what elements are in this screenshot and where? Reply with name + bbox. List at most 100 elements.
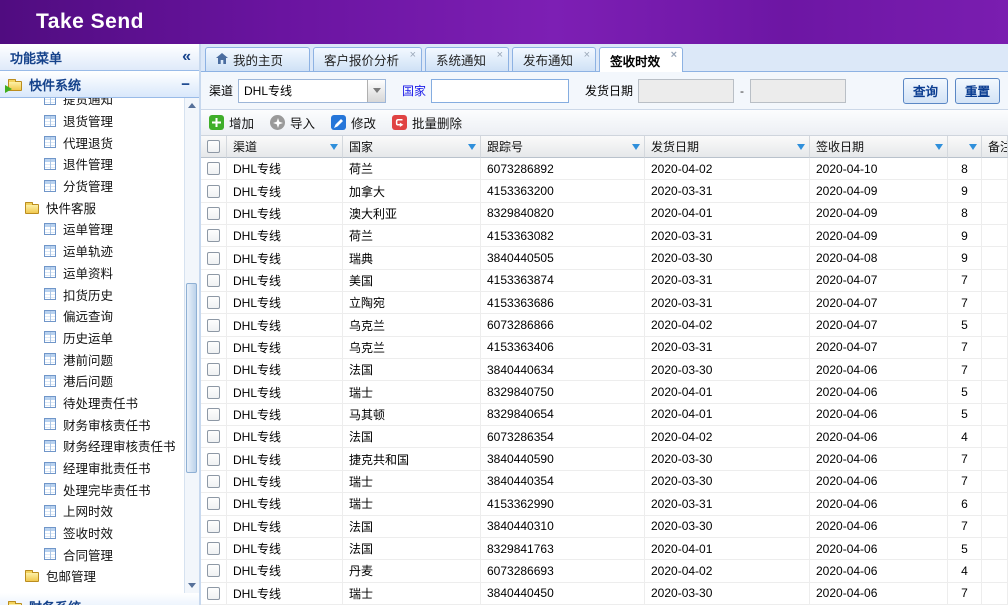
row-checkbox[interactable]	[207, 229, 220, 242]
row-checkbox[interactable]	[207, 185, 220, 198]
row-checkbox[interactable]	[207, 475, 220, 488]
column-filter-icon[interactable]	[935, 144, 943, 150]
tab-close-icon[interactable]: ×	[584, 50, 590, 61]
row-checkbox[interactable]	[207, 207, 220, 220]
sidebar-item-4[interactable]: 分货管理	[0, 175, 184, 197]
tab-close-icon[interactable]: ×	[497, 50, 503, 61]
toolbar-button-1[interactable]: 导入	[270, 113, 315, 132]
column-filter-icon[interactable]	[969, 144, 977, 150]
channel-combobox[interactable]: DHL专线	[238, 79, 386, 103]
ship-date-from-input[interactable]	[638, 79, 734, 103]
scrollbar-track[interactable]	[185, 113, 199, 578]
cell-country: 澳大利亚	[343, 203, 481, 225]
tab-3[interactable]: 发布通知×	[512, 47, 596, 71]
sidebar-item-19[interactable]: 上网时效	[0, 500, 184, 522]
column-title: 发货日期	[651, 138, 699, 155]
batch-delete-icon	[392, 115, 407, 130]
grid-toolbar: 增加导入修改批量删除	[201, 110, 1008, 136]
sidebar-item-2[interactable]: 代理退货	[0, 131, 184, 153]
tab-2[interactable]: 系统通知×	[425, 47, 509, 71]
sidebar-item-13[interactable]: 港后问题	[0, 370, 184, 392]
sidebar-item-22[interactable]: 包邮管理	[0, 565, 184, 587]
sidebar-item-5[interactable]: 快件客服	[0, 196, 184, 218]
row-checkbox[interactable]	[207, 564, 220, 577]
row-checkbox[interactable]	[207, 363, 220, 376]
grid-list-icon	[44, 288, 56, 300]
tab-0[interactable]: 我的主页	[205, 47, 310, 71]
column-header-days[interactable]	[948, 136, 982, 158]
sidebar-item-14[interactable]: 待处理责任书	[0, 392, 184, 414]
row-checkbox[interactable]	[207, 408, 220, 421]
scrollbar-thumb[interactable]	[186, 283, 197, 473]
country-input[interactable]	[431, 79, 569, 103]
sidebar-item-18[interactable]: 处理完毕责任书	[0, 478, 184, 500]
tab-close-icon[interactable]: ×	[671, 50, 677, 61]
select-all-checkbox[interactable]	[207, 140, 220, 153]
cell-channel: DHL专线	[227, 560, 343, 582]
grid-list-icon	[44, 331, 56, 343]
column-header-tracking[interactable]: 跟踪号	[481, 136, 645, 158]
row-checkbox[interactable]	[207, 162, 220, 175]
sidebar-item-21[interactable]: 合同管理	[0, 543, 184, 565]
column-filter-icon[interactable]	[632, 144, 640, 150]
sidebar-item-12[interactable]: 港前问题	[0, 348, 184, 370]
tab-4[interactable]: 签收时效×	[599, 47, 683, 72]
column-header-ship_date[interactable]: 发货日期	[645, 136, 810, 158]
sidebar-section-finance[interactable]: 财务系统	[0, 593, 199, 605]
sidebar-item-20[interactable]: 签收时效	[0, 522, 184, 544]
sidebar-section-express[interactable]: 快件系统 −	[0, 71, 199, 98]
reset-button[interactable]: 重置	[955, 78, 1000, 104]
sidebar-item-0[interactable]: 提货通知	[0, 98, 184, 110]
sidebar-item-3[interactable]: 退件管理	[0, 153, 184, 175]
sidebar-item-label: 运单资料	[63, 263, 113, 282]
row-checkbox[interactable]	[207, 341, 220, 354]
channel-label: 渠道	[209, 82, 233, 99]
channel-value: DHL专线	[239, 80, 367, 102]
scroll-down-icon[interactable]	[185, 578, 199, 593]
column-header-sign_date[interactable]: 签收日期	[810, 136, 948, 158]
grid-list-icon	[44, 223, 56, 235]
sidebar-item-15[interactable]: 财务审核责任书	[0, 413, 184, 435]
toolbar-button-3[interactable]: 批量删除	[392, 113, 462, 132]
sidebar-item-8[interactable]: 运单资料	[0, 262, 184, 284]
column-header-channel[interactable]: 渠道	[227, 136, 343, 158]
row-checkbox[interactable]	[207, 296, 220, 309]
toolbar-button-2[interactable]: 修改	[331, 113, 376, 132]
row-checkbox[interactable]	[207, 386, 220, 399]
sidebar-item-9[interactable]: 扣货历史	[0, 283, 184, 305]
sidebar-item-1[interactable]: 退货管理	[0, 110, 184, 132]
column-header-checkbox[interactable]	[201, 136, 227, 158]
sidebar-collapse-icon[interactable]: «	[182, 49, 191, 65]
cell-channel: DHL专线	[227, 337, 343, 359]
sidebar-item-17[interactable]: 经理审批责任书	[0, 457, 184, 479]
column-filter-icon[interactable]	[797, 144, 805, 150]
chevron-down-icon[interactable]	[367, 80, 385, 102]
tab-1[interactable]: 客户报价分析×	[313, 47, 422, 71]
sidebar-scrollbar[interactable]	[184, 98, 199, 593]
sidebar-item-10[interactable]: 偏远查询	[0, 305, 184, 327]
tab-close-icon[interactable]: ×	[410, 50, 416, 61]
search-button[interactable]: 查询	[903, 78, 948, 104]
row-checkbox[interactable]	[207, 319, 220, 332]
section-collapse-icon[interactable]: −	[181, 77, 190, 92]
row-checkbox[interactable]	[207, 274, 220, 287]
row-checkbox[interactable]	[207, 453, 220, 466]
scroll-up-icon[interactable]	[185, 98, 199, 113]
column-filter-icon[interactable]	[330, 144, 338, 150]
sidebar-item-11[interactable]: 历史运单	[0, 327, 184, 349]
row-checkbox[interactable]	[207, 542, 220, 555]
row-checkbox[interactable]	[207, 252, 220, 265]
column-filter-icon[interactable]	[468, 144, 476, 150]
sidebar-item-7[interactable]: 运单轨迹	[0, 240, 184, 262]
ship-date-to-input[interactable]	[750, 79, 846, 103]
row-checkbox[interactable]	[207, 497, 220, 510]
row-checkbox[interactable]	[207, 520, 220, 533]
column-header-remark[interactable]: 备注	[982, 136, 1008, 158]
column-header-country[interactable]: 国家	[343, 136, 481, 158]
row-checkbox[interactable]	[207, 587, 220, 600]
cell-tracking: 3840440354	[481, 471, 645, 493]
toolbar-button-0[interactable]: 增加	[209, 113, 254, 132]
row-checkbox[interactable]	[207, 430, 220, 443]
sidebar-item-16[interactable]: 财务经理审核责任书	[0, 435, 184, 457]
sidebar-item-6[interactable]: 运单管理	[0, 218, 184, 240]
